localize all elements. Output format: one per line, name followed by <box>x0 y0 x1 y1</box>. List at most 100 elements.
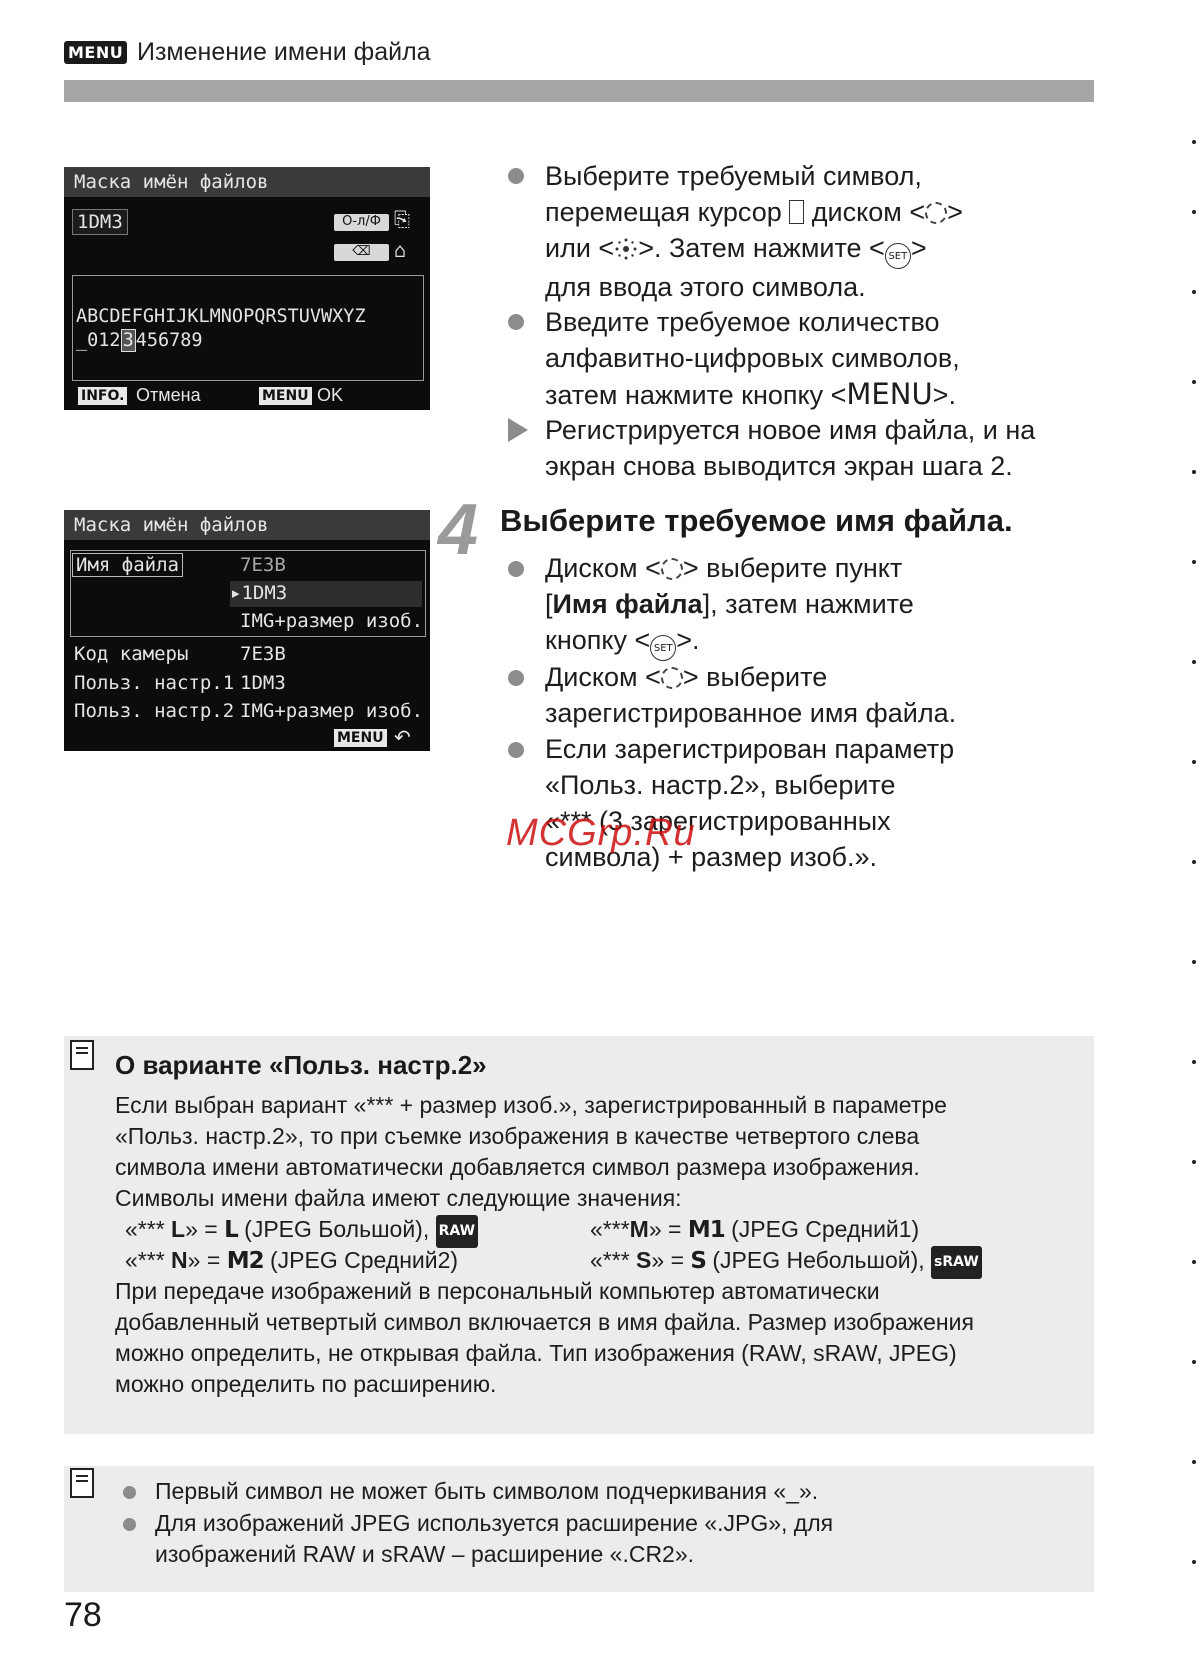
text-span: >. <box>932 380 956 410</box>
text-span: » = <box>651 1247 691 1273</box>
text-line: Введите требуемое количество <box>545 307 940 337</box>
margin-mark <box>1192 1260 1196 1264</box>
margin-mark <box>1192 960 1196 964</box>
text-line: перемещая курсор диском < > <box>545 194 1105 230</box>
bullet <box>508 561 524 577</box>
text-line: Диском < > выберите <box>545 659 1105 695</box>
bullet <box>508 168 524 184</box>
step-heading: Выберите требуемое имя файла. <box>500 503 1013 538</box>
camera-screen-file-name-select: Маска имён файлов Имя файла 7E3B ▸1DM3 I… <box>64 510 430 751</box>
text-span: > <box>910 233 927 263</box>
text-span: M <box>629 1216 649 1242</box>
row-camera-code-value: 7E3B <box>240 643 286 665</box>
bullet <box>123 1486 136 1499</box>
text-line: затем нажмите кнопку <MENU>. <box>545 376 1105 413</box>
menu-button-badge: MENU <box>259 387 312 405</box>
medium2-size-icon: M2 <box>226 1248 265 1274</box>
medium1-size-icon: M1 <box>687 1217 726 1243</box>
erase-icon: О-л/Ф <box>334 214 389 231</box>
text-line: Если выбран вариант «*** + размер изоб.»… <box>115 1092 947 1118</box>
text-span: [ <box>545 589 553 619</box>
result-arrow-icon <box>508 418 528 442</box>
menu-item-name: Имя файла <box>552 589 703 619</box>
row-user-setting1-value: 1DM3 <box>240 672 286 694</box>
text-span: или < <box>545 233 615 263</box>
raw-icon: RAW <box>435 1215 479 1248</box>
margin-mark <box>1192 1360 1196 1364</box>
text-span: (JPEG Средний2) <box>263 1247 459 1273</box>
margin-mark <box>1192 1160 1196 1164</box>
name-input-field: 1DM3 <box>72 209 128 235</box>
note-icon <box>70 1468 94 1498</box>
digits-after-cursor: 456789 <box>135 330 203 351</box>
text-span: » = <box>185 1216 225 1242</box>
text-line: «Польз. настр.2», то при съемке изображе… <box>115 1123 920 1149</box>
text-span: (JPEG Большой), <box>237 1216 436 1242</box>
text-span: затем нажмите кнопку < <box>545 380 847 410</box>
instruction-select-registered-name: Диском < > выберите зарегистрированное им… <box>545 659 1105 731</box>
text-line: алфавитно-цифровых символов, <box>545 343 960 373</box>
text-span: «*** <box>125 1216 172 1242</box>
text-span: Диском < <box>545 553 661 583</box>
size-l-entry: «*** L» = L (JPEG Большой), RAW <box>125 1214 479 1248</box>
bullet <box>508 670 524 686</box>
margin-mark <box>1192 290 1196 294</box>
row-user-setting1-label: Польз. настр.1 <box>74 672 235 694</box>
row-camera-code-label: Код камеры <box>74 643 189 665</box>
text-line: зарегистрированное имя файла. <box>545 698 957 728</box>
text-line: экран снова выводится экран шага 2. <box>545 451 1013 481</box>
text-span: «*** <box>590 1216 630 1242</box>
text-line: можно определить, не открывая файла. Тип… <box>115 1340 957 1366</box>
text-line: символа имени автоматически добавляется … <box>115 1154 920 1180</box>
switch-icon: ⎘ <box>394 207 410 231</box>
ok-label: OK <box>317 385 344 405</box>
text-line: для ввода этого символа. <box>545 272 866 302</box>
text-line: Для изображений JPEG используется расшир… <box>155 1510 834 1536</box>
text-line: Символы имени файла имеют следующие знач… <box>115 1185 682 1211</box>
text-line: При передаче изображений в персональный … <box>115 1278 880 1304</box>
text-line: или < >. Затем нажмите < SET > <box>545 230 1105 269</box>
text-span: кнопку < <box>545 625 651 655</box>
text-span: N <box>171 1247 188 1273</box>
instruction-select-character: Выберите требуемый символ, перемещая кур… <box>545 158 1105 305</box>
size-m1-entry: «***M» = M1 (JPEG Средний1) <box>590 1214 919 1246</box>
note-icon <box>70 1040 94 1070</box>
margin-mark <box>1192 1060 1196 1064</box>
note-body: Если выбран вариант «*** + размер изоб.»… <box>115 1090 1090 1400</box>
text-line: добавленный четвертый символ включается … <box>115 1309 974 1335</box>
instruction-enter-characters: Введите требуемое количество алфавитно-ц… <box>545 304 1105 413</box>
margin-mark <box>1192 760 1196 764</box>
text-line: кнопку < SET >. <box>545 622 1105 661</box>
margin-mark <box>1192 380 1196 384</box>
bullet <box>508 742 524 758</box>
cursor-icon <box>789 200 805 224</box>
margin-mark <box>1192 1460 1196 1464</box>
cancel-label: Отмена <box>136 385 201 405</box>
bullet <box>123 1518 136 1531</box>
text-line: Диском < > выберите пункт <box>545 550 1105 586</box>
text-line: Если зарегистрирован параметр <box>545 734 955 764</box>
character-row-digits: _012 3 456789 <box>76 329 203 352</box>
option-1dm3: ▸1DM3 <box>230 582 288 604</box>
text-span: > <box>947 197 963 227</box>
text-span: >. Затем нажмите < <box>638 233 885 263</box>
text-span: (JPEG Средний1) <box>724 1216 920 1242</box>
set-button-icon: SET <box>884 243 911 269</box>
info-button-badge: INFO. <box>78 387 128 405</box>
selected-character: 3 <box>120 329 136 352</box>
file-name-label: Имя файла <box>72 553 183 577</box>
multi-controller-icon <box>614 234 638 260</box>
text-span: Диском < <box>545 662 661 692</box>
header-rule <box>64 80 1094 102</box>
size-symbols-row1: «*** L» = L (JPEG Большой), RAW «***M» =… <box>115 1214 1090 1248</box>
margin-mark <box>1192 470 1196 474</box>
text-span: S <box>636 1247 652 1273</box>
small-size-icon: S <box>690 1248 707 1274</box>
note-underscore-rule: Первый символ не может быть символом под… <box>155 1478 819 1504</box>
size-m2-entry: «*** N» = M2 (JPEG Средний2) <box>125 1245 458 1277</box>
text-span: L <box>171 1216 186 1242</box>
quick-control-dial-icon <box>660 558 683 580</box>
text-span: >. <box>676 625 700 655</box>
text-line: [Имя файла], затем нажмите <box>545 586 1105 622</box>
margin-mark <box>1192 860 1196 864</box>
